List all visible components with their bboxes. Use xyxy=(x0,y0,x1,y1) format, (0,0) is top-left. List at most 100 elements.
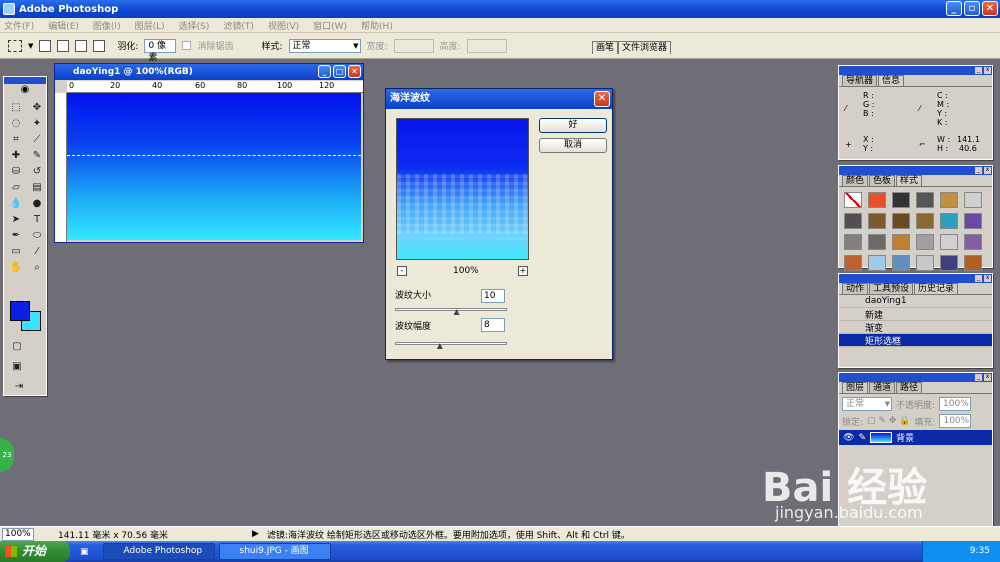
tab-info[interactable]: 信息 xyxy=(878,75,905,86)
height-input[interactable] xyxy=(466,38,507,53)
tab-paths[interactable]: 路径 xyxy=(896,382,923,393)
tab-tool-presets[interactable]: 工具预设 xyxy=(869,283,914,294)
tab-styles[interactable]: 样式 xyxy=(896,175,923,186)
menu-layer[interactable]: 图层(L) xyxy=(135,19,165,32)
panel-close-icon[interactable]: x xyxy=(984,275,991,282)
tab-navigator[interactable]: 导航器 xyxy=(842,75,878,86)
lasso-icon[interactable]: ◌ xyxy=(7,116,25,131)
screen-mode-icon[interactable]: ▣ xyxy=(8,359,26,374)
crop-icon[interactable]: ⌗ xyxy=(7,132,25,147)
style-swatch[interactable] xyxy=(964,192,982,208)
photoshop-eye-logo-icon[interactable]: ◉ xyxy=(4,84,46,98)
style-swatch[interactable] xyxy=(916,213,934,229)
minimize-button[interactable]: _ xyxy=(946,1,962,16)
file-browser-tab[interactable]: 文件浏览器 xyxy=(618,41,672,54)
add-selection-icon[interactable] xyxy=(57,39,70,52)
cancel-button[interactable]: 取消 xyxy=(539,138,607,153)
ripple-magnitude-slider-track[interactable] xyxy=(395,342,507,345)
style-swatch[interactable] xyxy=(892,192,910,208)
blend-mode-select[interactable]: 正常 xyxy=(842,397,892,411)
tab-layers[interactable]: 图层 xyxy=(842,382,869,393)
style-swatch[interactable] xyxy=(940,192,958,208)
dialog-close-button[interactable]: ✕ xyxy=(594,91,610,107)
history-brush-icon[interactable]: ↺ xyxy=(28,164,46,179)
panel-minimize-icon[interactable]: _ xyxy=(975,67,982,74)
style-swatch[interactable] xyxy=(916,234,934,250)
brushes-tab[interactable]: 画笔 xyxy=(592,41,619,54)
foreground-color-swatch[interactable] xyxy=(10,301,30,321)
zoom-icon[interactable]: ⌕ xyxy=(28,260,46,275)
style-swatch[interactable] xyxy=(940,234,958,250)
feather-input[interactable]: 0 像素 xyxy=(144,38,177,63)
tab-channels[interactable]: 通道 xyxy=(869,382,896,393)
marquee-icon[interactable]: ⬚ xyxy=(7,100,25,115)
gradient-icon[interactable]: ▤ xyxy=(28,180,46,195)
style-swatch[interactable] xyxy=(964,234,982,250)
menu-filter[interactable]: 滤镜(T) xyxy=(223,19,254,32)
lock-icon[interactable]: ▢ ✎ ✥ 🔒 xyxy=(867,416,910,426)
style-swatch[interactable] xyxy=(892,255,910,271)
panel-minimize-icon[interactable]: _ xyxy=(975,275,982,282)
style-swatch[interactable] xyxy=(868,234,886,250)
history-item[interactable]: 新建 xyxy=(839,308,992,321)
antialias-checkbox[interactable] xyxy=(182,41,192,50)
style-swatch[interactable] xyxy=(916,255,934,271)
eyedropper-icon[interactable]: ⁄ xyxy=(28,244,46,259)
ripple-size-slider-track[interactable] xyxy=(395,308,507,311)
blur-icon[interactable]: 💧 xyxy=(7,196,25,211)
healing-brush-icon[interactable]: ✚ xyxy=(7,148,25,163)
style-swatch[interactable] xyxy=(892,213,910,229)
style-swatch[interactable] xyxy=(844,255,862,271)
quick-mask-icon[interactable]: ▢ xyxy=(8,339,26,354)
panel-minimize-icon[interactable]: _ xyxy=(975,167,982,174)
tab-swatches[interactable]: 色板 xyxy=(869,175,896,186)
doc-maximize-button[interactable]: □ xyxy=(333,65,346,78)
doc-close-button[interactable]: ✕ xyxy=(348,65,361,78)
task-photoshop[interactable]: Adobe Photoshop xyxy=(102,543,215,560)
side-badge[interactable]: 23 xyxy=(0,438,14,472)
marquee-tool-icon[interactable] xyxy=(8,39,22,52)
style-swatch[interactable] xyxy=(868,213,886,229)
fill-input[interactable]: 100% xyxy=(939,414,972,428)
opacity-input[interactable]: 100% xyxy=(939,397,972,411)
style-swatch[interactable] xyxy=(964,213,982,229)
eraser-icon[interactable]: ▱ xyxy=(7,180,25,195)
move-icon[interactable]: ✥ xyxy=(28,100,46,115)
dodge-icon[interactable]: ● xyxy=(28,196,46,211)
tab-color[interactable]: 颜色 xyxy=(842,175,869,186)
hand-icon[interactable]: ✋ xyxy=(7,260,25,275)
tab-history[interactable]: 历史记录 xyxy=(914,283,959,294)
quick-launch-icon[interactable]: ▣ xyxy=(80,547,89,557)
style-swatch[interactable] xyxy=(844,234,862,250)
path-select-icon[interactable]: ➤ xyxy=(7,212,25,227)
filter-preview[interactable] xyxy=(396,118,529,260)
ripple-size-input[interactable]: 10 xyxy=(481,289,505,303)
document-canvas[interactable] xyxy=(67,93,361,240)
ok-button[interactable]: 好 xyxy=(539,118,607,133)
new-selection-icon[interactable] xyxy=(39,39,52,52)
zoom-out-button[interactable]: - xyxy=(397,266,407,276)
style-swatch[interactable] xyxy=(844,213,862,229)
panel-close-icon[interactable]: x xyxy=(984,374,991,381)
style-swatch[interactable] xyxy=(868,192,886,208)
eye-visibility-icon[interactable]: 👁 xyxy=(843,433,854,443)
style-swatch[interactable] xyxy=(868,255,886,271)
menu-file[interactable]: 文件(F) xyxy=(4,19,34,32)
tab-actions[interactable]: 动作 xyxy=(842,283,869,294)
style-swatch[interactable] xyxy=(844,192,862,208)
clone-stamp-icon[interactable]: ⛁ xyxy=(7,164,25,179)
menu-view[interactable]: 视图(V) xyxy=(268,19,299,32)
style-select[interactable]: 正常 xyxy=(288,38,361,53)
task-paint[interactable]: shui9.JPG - 画图 xyxy=(218,543,331,560)
brush-icon[interactable]: ✎ xyxy=(28,148,46,163)
panel-close-icon[interactable]: x xyxy=(984,167,991,174)
style-swatch[interactable] xyxy=(916,192,934,208)
doc-minimize-button[interactable]: _ xyxy=(318,65,331,78)
zoom-in-button[interactable]: + xyxy=(518,266,528,276)
pen-icon[interactable]: ✒ xyxy=(7,228,25,243)
width-input[interactable] xyxy=(393,38,434,53)
magic-wand-icon[interactable]: ✦ xyxy=(28,116,46,131)
restore-button[interactable]: ▫ xyxy=(964,1,980,16)
panel-minimize-icon[interactable]: _ xyxy=(975,374,982,381)
notes-icon[interactable]: ▭ xyxy=(7,244,25,259)
